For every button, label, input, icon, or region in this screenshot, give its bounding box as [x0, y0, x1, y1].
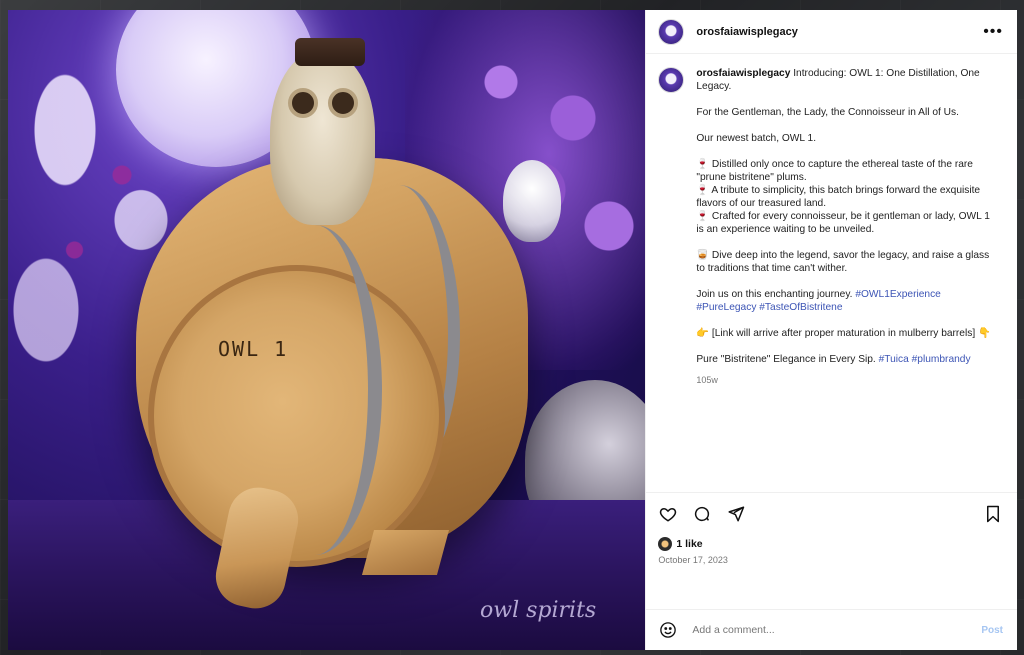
bookmark-icon[interactable]: [983, 504, 1003, 524]
add-comment-bar: Post: [646, 609, 1017, 650]
caption-paragraph: 🥃 Dive deep into the legend, savor the l…: [696, 250, 990, 274]
barrel-label: OWL 1: [218, 337, 289, 361]
emoji-icon[interactable]: [658, 620, 678, 640]
comment-icon[interactable]: [692, 504, 712, 524]
owl-eye: [288, 88, 318, 118]
owl-figurine-graphic: [270, 50, 375, 225]
post-modal: OWL 1 owl spirits orosfaiawisplegacy •••…: [8, 10, 1017, 650]
hashtag-link[interactable]: #Tuica: [879, 354, 909, 365]
caption: orosfaiawisplegacy Introducing: OWL 1: O…: [658, 67, 1001, 387]
caption-username[interactable]: orosfaiawisplegacy: [696, 68, 790, 79]
owl-eye: [328, 88, 358, 118]
heart-icon[interactable]: [658, 504, 678, 524]
header-username[interactable]: orosfaiawisplegacy: [696, 26, 983, 38]
post-image[interactable]: OWL 1 owl spirits: [8, 10, 646, 650]
likes-label[interactable]: 1 like: [676, 538, 702, 550]
comments-section: orosfaiawisplegacy Introducing: OWL 1: O…: [646, 54, 1017, 492]
caption-text: Pure "Bistritene" Elegance in Every Sip.: [696, 354, 879, 365]
white-owl-graphic: [503, 160, 561, 242]
hashtag-link[interactable]: #plumbrandy: [912, 354, 971, 365]
caption-bullet: 🍷 Crafted for every connoisseur, be it g…: [696, 211, 990, 235]
caption-text: Join us on this enchanting journey.: [696, 289, 856, 300]
owl-hat-graphic: [295, 38, 365, 66]
caption-paragraph: Our newest batch, OWL 1.: [696, 133, 817, 144]
caption-bullet: 🍷 Distilled only once to capture the eth…: [696, 159, 973, 183]
post-actions: 1 like October 17, 2023: [646, 492, 1017, 609]
caption-bullet: 🍷 A tribute to simplicity, this batch br…: [696, 185, 981, 209]
more-options-icon[interactable]: •••: [983, 23, 1003, 40]
caption-time-ago[interactable]: 105w: [696, 374, 996, 387]
avatar[interactable]: [658, 18, 685, 45]
caption-paragraph: 👉 [Link will arrive after proper maturat…: [696, 328, 991, 339]
action-icons: [658, 503, 1003, 525]
liker-avatar[interactable]: [658, 537, 673, 551]
post-date: October 17, 2023: [658, 555, 728, 565]
hashtag-link[interactable]: #PureLegacy: [696, 302, 756, 313]
hashtag-link[interactable]: #OWL1Experience: [855, 289, 941, 300]
caption-body: orosfaiawisplegacy Introducing: OWL 1: O…: [696, 67, 996, 387]
likes-count[interactable]: 1 like: [658, 537, 1003, 551]
hashtag-link[interactable]: #TasteOfBistritene: [759, 302, 842, 313]
post-comment-button[interactable]: Post: [981, 625, 1003, 636]
comment-input[interactable]: [690, 623, 982, 637]
post-header: orosfaiawisplegacy •••: [646, 10, 1017, 54]
image-watermark: owl spirits: [480, 598, 597, 623]
barrel-stand-graphic: [361, 530, 450, 575]
caption-avatar[interactable]: [658, 67, 685, 93]
caption-paragraph: For the Gentleman, the Lady, the Connois…: [696, 107, 959, 118]
send-icon[interactable]: [726, 504, 746, 524]
post-side-panel: orosfaiawisplegacy ••• orosfaiawisplegac…: [645, 10, 1017, 650]
